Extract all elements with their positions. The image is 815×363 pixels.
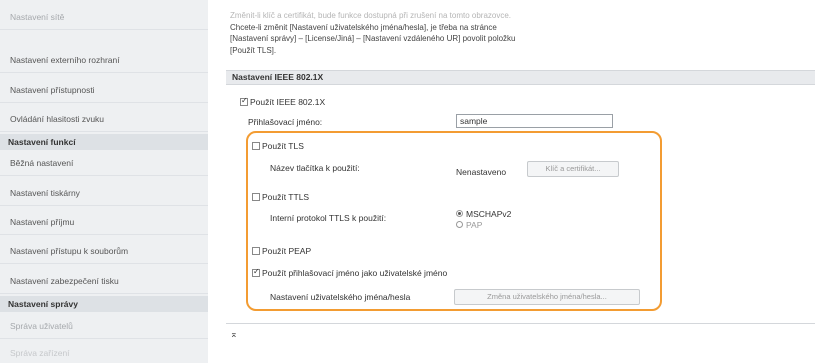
sidebar-item-network-settings[interactable]: Nastavení sítě <box>0 4 208 30</box>
use-peap-checkbox[interactable] <box>252 247 260 255</box>
radio-pap-label: PAP <box>466 220 483 230</box>
key-certificate-button[interactable]: Klíč a certifikát... <box>527 161 619 177</box>
sidebar-item-print-security[interactable]: Nastavení zabezpečení tisku <box>0 268 208 294</box>
sidebar-section-functions: Nastavení funkcí <box>0 134 208 150</box>
use-ttls-option[interactable]: Použít TTLS <box>252 192 309 202</box>
use-peap-label: Použít PEAP <box>262 246 312 256</box>
use-tls-label: Použít TLS <box>262 141 304 151</box>
use-tls-option[interactable]: Použít TLS <box>252 141 304 151</box>
info-note: Změnit-li klíč a certifikát, bude funkce… <box>230 10 670 56</box>
back-to-top-icon[interactable]: ⌅ <box>230 329 238 340</box>
radio-mschapv2-label: MSCHAPv2 <box>466 209 512 219</box>
sidebar-item-user-management[interactable]: Správa uživatelů <box>0 313 208 339</box>
change-user-pass-button[interactable]: Změna uživatelského jména/hesla... <box>454 289 640 305</box>
key-label: Název tlačítka k použití: <box>270 163 360 173</box>
sidebar-item-external-interface[interactable]: Nastavení externího rozhraní <box>0 47 208 73</box>
ttls-option-pap[interactable]: PAP <box>456 220 482 230</box>
section-title: Nastavení IEEE 802.1X <box>226 70 815 85</box>
user-pass-label: Nastavení uživatelského jména/hesla <box>270 292 411 302</box>
main-content: Změnit-li klíč a certifikát, bude funkce… <box>208 0 815 363</box>
bottom-divider <box>226 323 815 324</box>
use-peap-option[interactable]: Použít PEAP <box>252 246 311 256</box>
ttls-protocol-label: Interní protokol TTLS k použití: <box>270 213 387 223</box>
sidebar-item-device-management[interactable]: Správa zařízení <box>0 340 208 363</box>
use-ttls-checkbox[interactable] <box>252 193 260 201</box>
key-status: Nenastaveno <box>456 167 507 177</box>
login-name-input[interactable]: sample <box>456 114 613 128</box>
ttls-option-mschapv2[interactable]: MSCHAPv2 <box>456 209 511 219</box>
note-line: [Použít TLS]. <box>230 45 277 55</box>
sidebar-item-receive[interactable]: Nastavení příjmu <box>0 209 208 235</box>
radio-mschapv2[interactable] <box>456 210 463 217</box>
radio-pap[interactable] <box>456 221 463 228</box>
use-ieee-label: Použít IEEE 802.1X <box>250 97 326 107</box>
sidebar-item-printer[interactable]: Nastavení tiskárny <box>0 180 208 206</box>
sidebar-section-management: Nastavení správy <box>0 296 208 312</box>
note-line: Chcete-li změnit [Nastavení uživatelskéh… <box>230 22 497 32</box>
use-ieee-checkbox[interactable] <box>240 96 248 106</box>
use-ttls-label: Použít TTLS <box>262 192 310 202</box>
sidebar-item-accessibility[interactable]: Nastavení přístupnosti <box>0 77 208 103</box>
note-line: Změnit-li klíč a certifikát, bude funkce… <box>230 11 512 20</box>
note-line: [Nastavení správy] – [License/Jiná] – [N… <box>230 34 516 43</box>
use-login-as-user-label: Použít přihlašovací jméno jako uživatels… <box>262 268 448 278</box>
sidebar-item-volume[interactable]: Ovládání hlasitosti zvuku <box>0 106 208 132</box>
use-tls-checkbox[interactable] <box>252 142 260 150</box>
sidebar-item-file-access[interactable]: Nastavení přístupu k souborům <box>0 238 208 264</box>
login-name-label: Přihlašovací jméno: <box>248 117 323 127</box>
use-login-as-user-option[interactable]: Použít přihlašovací jméno jako uživatels… <box>252 267 448 278</box>
sidebar-item-common[interactable]: Běžná nastavení <box>0 150 208 176</box>
use-ieee-option[interactable]: Použít IEEE 802.1X <box>240 96 326 107</box>
use-login-as-user-checkbox[interactable] <box>252 267 260 277</box>
sidebar: Nastavení sítě Nastavení externího rozhr… <box>0 0 208 363</box>
